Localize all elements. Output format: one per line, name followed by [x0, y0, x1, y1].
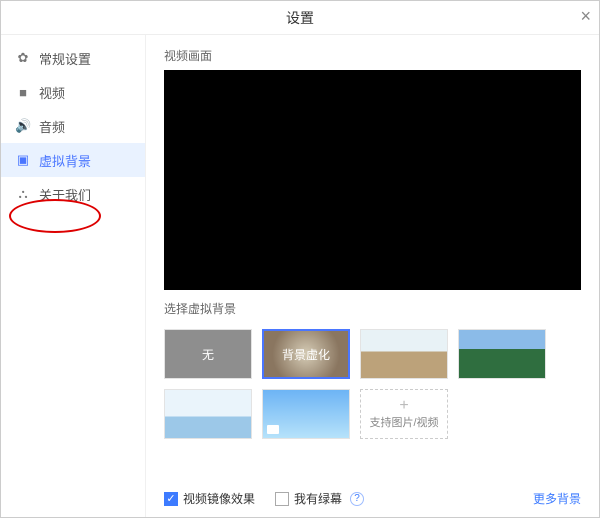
sidebar-item-general[interactable]: ✿ 常规设置 [1, 41, 145, 75]
sidebar-item-audio[interactable]: 🔊 音频 [1, 109, 145, 143]
bottom-controls: ✓ 视频镜像效果 我有绿幕 ? 更多背景 [164, 480, 581, 507]
greenscreen-label: 我有绿幕 [294, 490, 342, 507]
bg-thumb-office[interactable] [360, 329, 448, 379]
titlebar: 设置 × [1, 1, 599, 35]
main-pane: 视频画面 选择虚拟背景 无 背景虚化 + 支持图片/视频 ✓ 视频镜像效果 [146, 35, 599, 517]
bg-thumb-mountain[interactable] [458, 329, 546, 379]
background-thumbnails: 无 背景虚化 + 支持图片/视频 [164, 329, 581, 439]
preview-label: 视频画面 [164, 47, 581, 64]
greenscreen-checkbox[interactable]: 我有绿幕 ? [275, 490, 364, 507]
close-icon[interactable]: × [580, 7, 591, 25]
bg-thumb-sky[interactable] [262, 389, 350, 439]
sidebar-item-label: 关于我们 [39, 185, 91, 204]
mirror-label: 视频镜像效果 [183, 490, 255, 507]
sidebar-item-about[interactable]: ⛬ 关于我们 [1, 177, 145, 211]
bg-thumb-blur[interactable]: 背景虚化 [262, 329, 350, 379]
sidebar: ✿ 常规设置 ■ 视频 🔊 音频 ▣ 虚拟背景 ⛬ 关于我们 [1, 35, 146, 517]
choose-bg-label: 选择虚拟背景 [164, 300, 581, 317]
checkbox-icon [275, 492, 289, 506]
video-preview [164, 70, 581, 290]
sidebar-item-label: 虚拟背景 [39, 151, 91, 170]
bg-thumb-add-label: 支持图片/视频 [369, 414, 438, 430]
more-backgrounds-link[interactable]: 更多背景 [533, 490, 581, 507]
mirror-checkbox[interactable]: ✓ 视频镜像效果 [164, 490, 255, 507]
sidebar-item-label: 视频 [39, 83, 65, 102]
bg-thumb-label: 背景虚化 [282, 346, 330, 363]
audio-icon: 🔊 [15, 118, 31, 134]
window-title: 设置 [286, 8, 314, 28]
plus-icon: + [399, 398, 408, 414]
bg-thumb-horizon[interactable] [164, 389, 252, 439]
sidebar-item-label: 音频 [39, 117, 65, 136]
help-icon[interactable]: ? [350, 492, 364, 506]
bg-thumb-add[interactable]: + 支持图片/视频 [360, 389, 448, 439]
bg-thumb-label: 无 [202, 346, 214, 363]
sidebar-item-virtual-background[interactable]: ▣ 虚拟背景 [1, 143, 145, 177]
checkbox-icon: ✓ [164, 492, 178, 506]
bg-thumb-none[interactable]: 无 [164, 329, 252, 379]
about-icon: ⛬ [15, 186, 31, 202]
sidebar-item-label: 常规设置 [39, 49, 91, 68]
user-card-icon: ▣ [15, 152, 31, 168]
body: ✿ 常规设置 ■ 视频 🔊 音频 ▣ 虚拟背景 ⛬ 关于我们 视频画面 选择虚拟… [1, 35, 599, 517]
gear-icon: ✿ [15, 50, 31, 66]
video-icon: ■ [15, 85, 31, 100]
sidebar-item-video[interactable]: ■ 视频 [1, 75, 145, 109]
